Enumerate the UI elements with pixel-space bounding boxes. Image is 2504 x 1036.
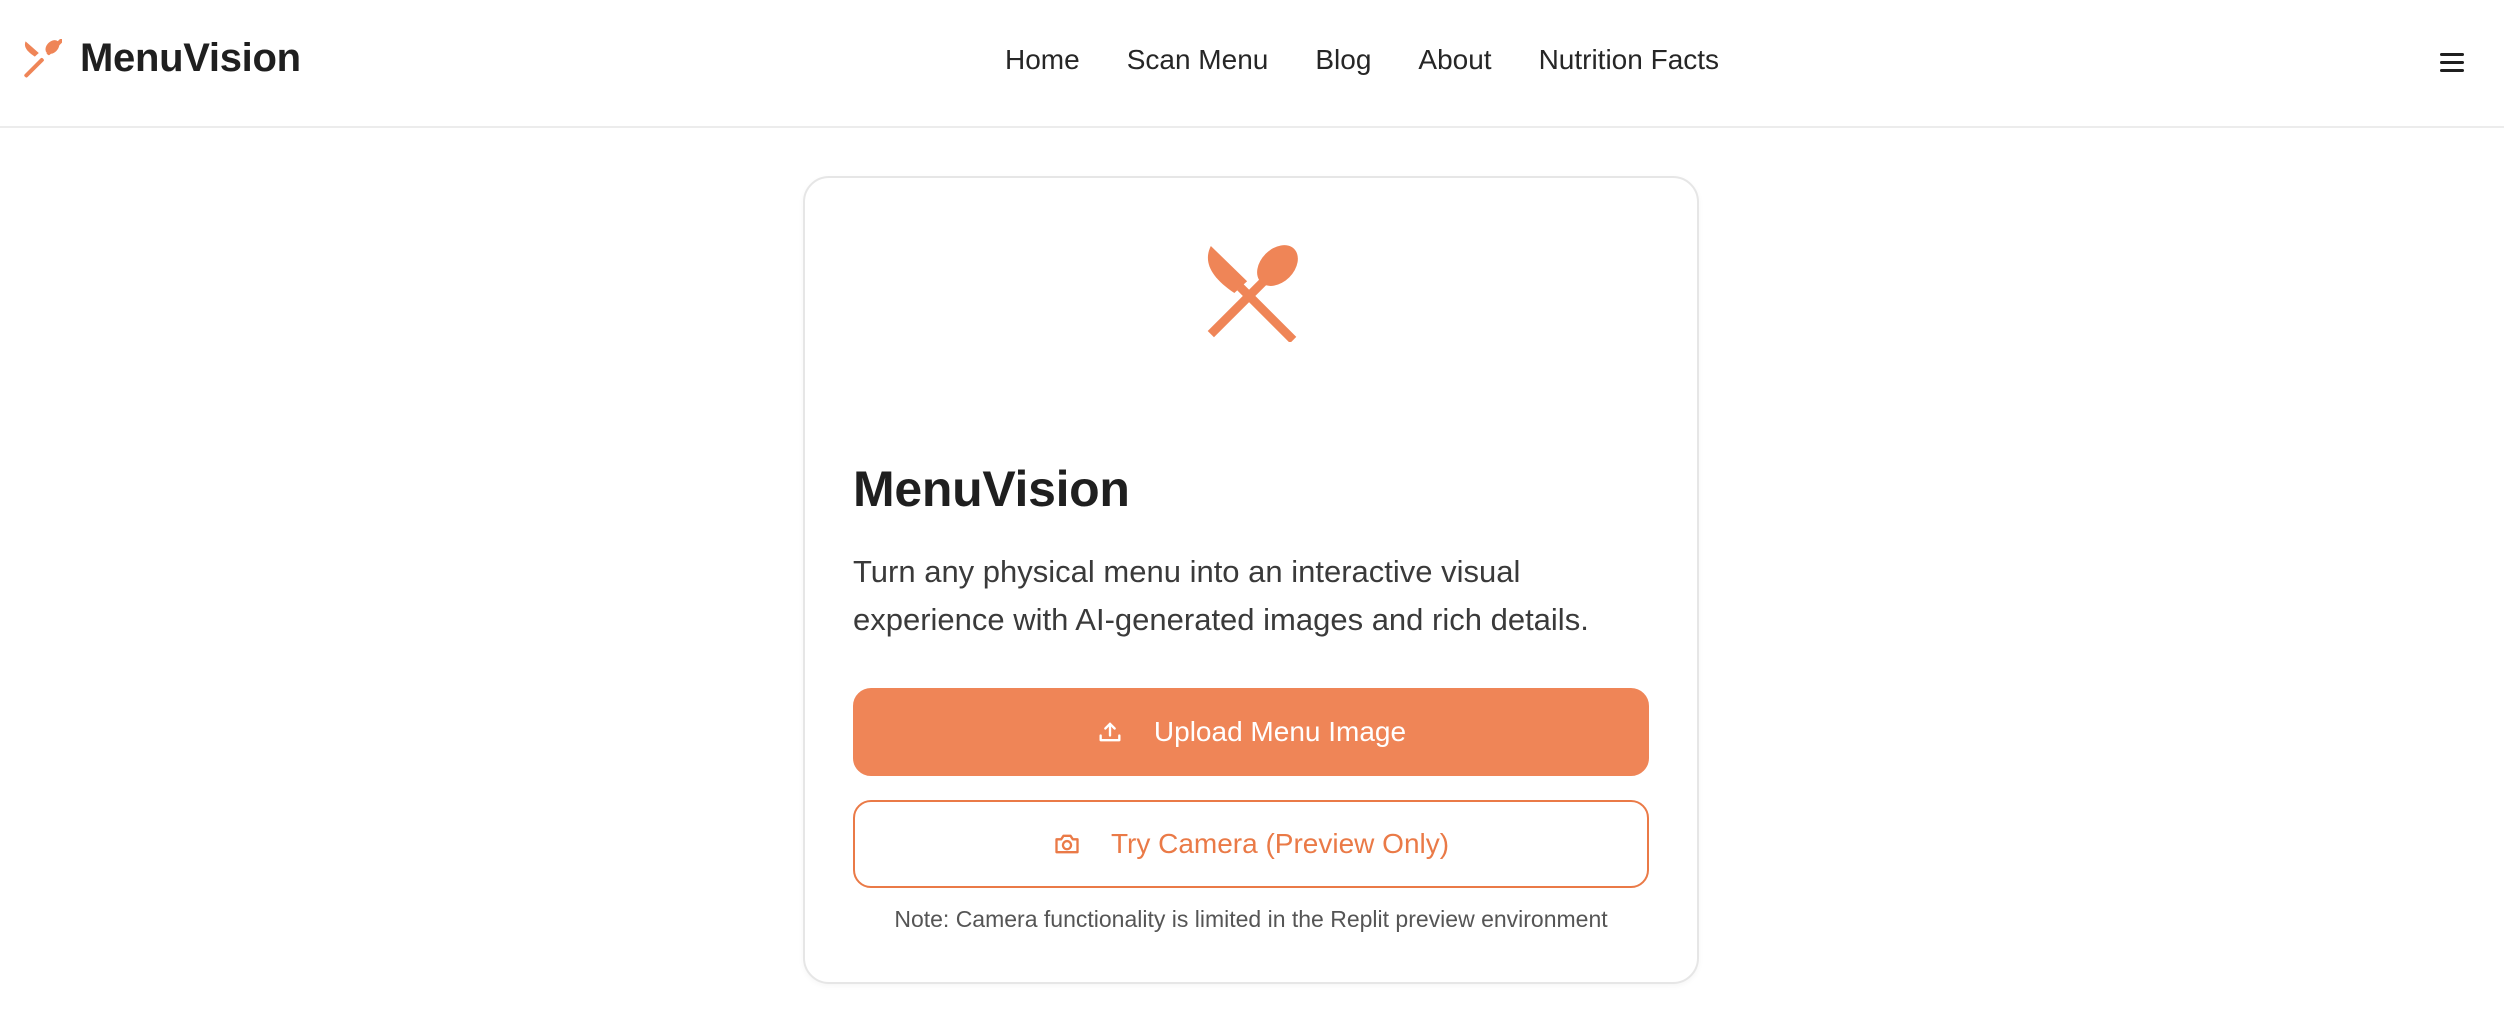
upload-menu-image-button[interactable]: Upload Menu Image bbox=[853, 688, 1649, 776]
brand-name: MenuVision bbox=[80, 36, 301, 80]
try-camera-button[interactable]: Try Camera (Preview Only) bbox=[853, 800, 1649, 888]
utensils-icon bbox=[24, 38, 62, 78]
card-description: Turn any physical menu into an interacti… bbox=[853, 554, 1589, 637]
nav-nutrition-facts[interactable]: Nutrition Facts bbox=[1539, 44, 1720, 76]
main-nav: Home Scan Menu Blog About Nutrition Fact… bbox=[1005, 44, 1719, 76]
card-title: MenuVision bbox=[853, 461, 1130, 517]
upload-icon bbox=[1099, 722, 1121, 742]
upload-button-label: Upload Menu Image bbox=[1153, 716, 1407, 747]
menu-line bbox=[2440, 69, 2464, 72]
top-navbar: MenuVision Home Scan Menu Blog About Nut… bbox=[0, 0, 2504, 128]
camera-button-label: Try Camera (Preview Only) bbox=[1110, 828, 1450, 859]
menu-line bbox=[2440, 53, 2464, 56]
nav-blog[interactable]: Blog bbox=[1315, 44, 1371, 76]
brand-logo[interactable]: MenuVision bbox=[22, 36, 301, 81]
knife-spoon-icon bbox=[1207, 245, 1298, 342]
nav-home[interactable]: Home bbox=[1005, 44, 1080, 76]
upload-card: MenuVision Turn any physical menu into a… bbox=[803, 176, 1699, 984]
camera-icon bbox=[1055, 834, 1079, 854]
nav-scan-menu[interactable]: Scan Menu bbox=[1127, 44, 1269, 76]
nav-about[interactable]: About bbox=[1418, 44, 1491, 76]
hamburger-menu-icon[interactable] bbox=[2440, 48, 2468, 76]
camera-note: Note: Camera functionality is limited in… bbox=[894, 906, 1608, 932]
menu-line bbox=[2440, 61, 2464, 64]
